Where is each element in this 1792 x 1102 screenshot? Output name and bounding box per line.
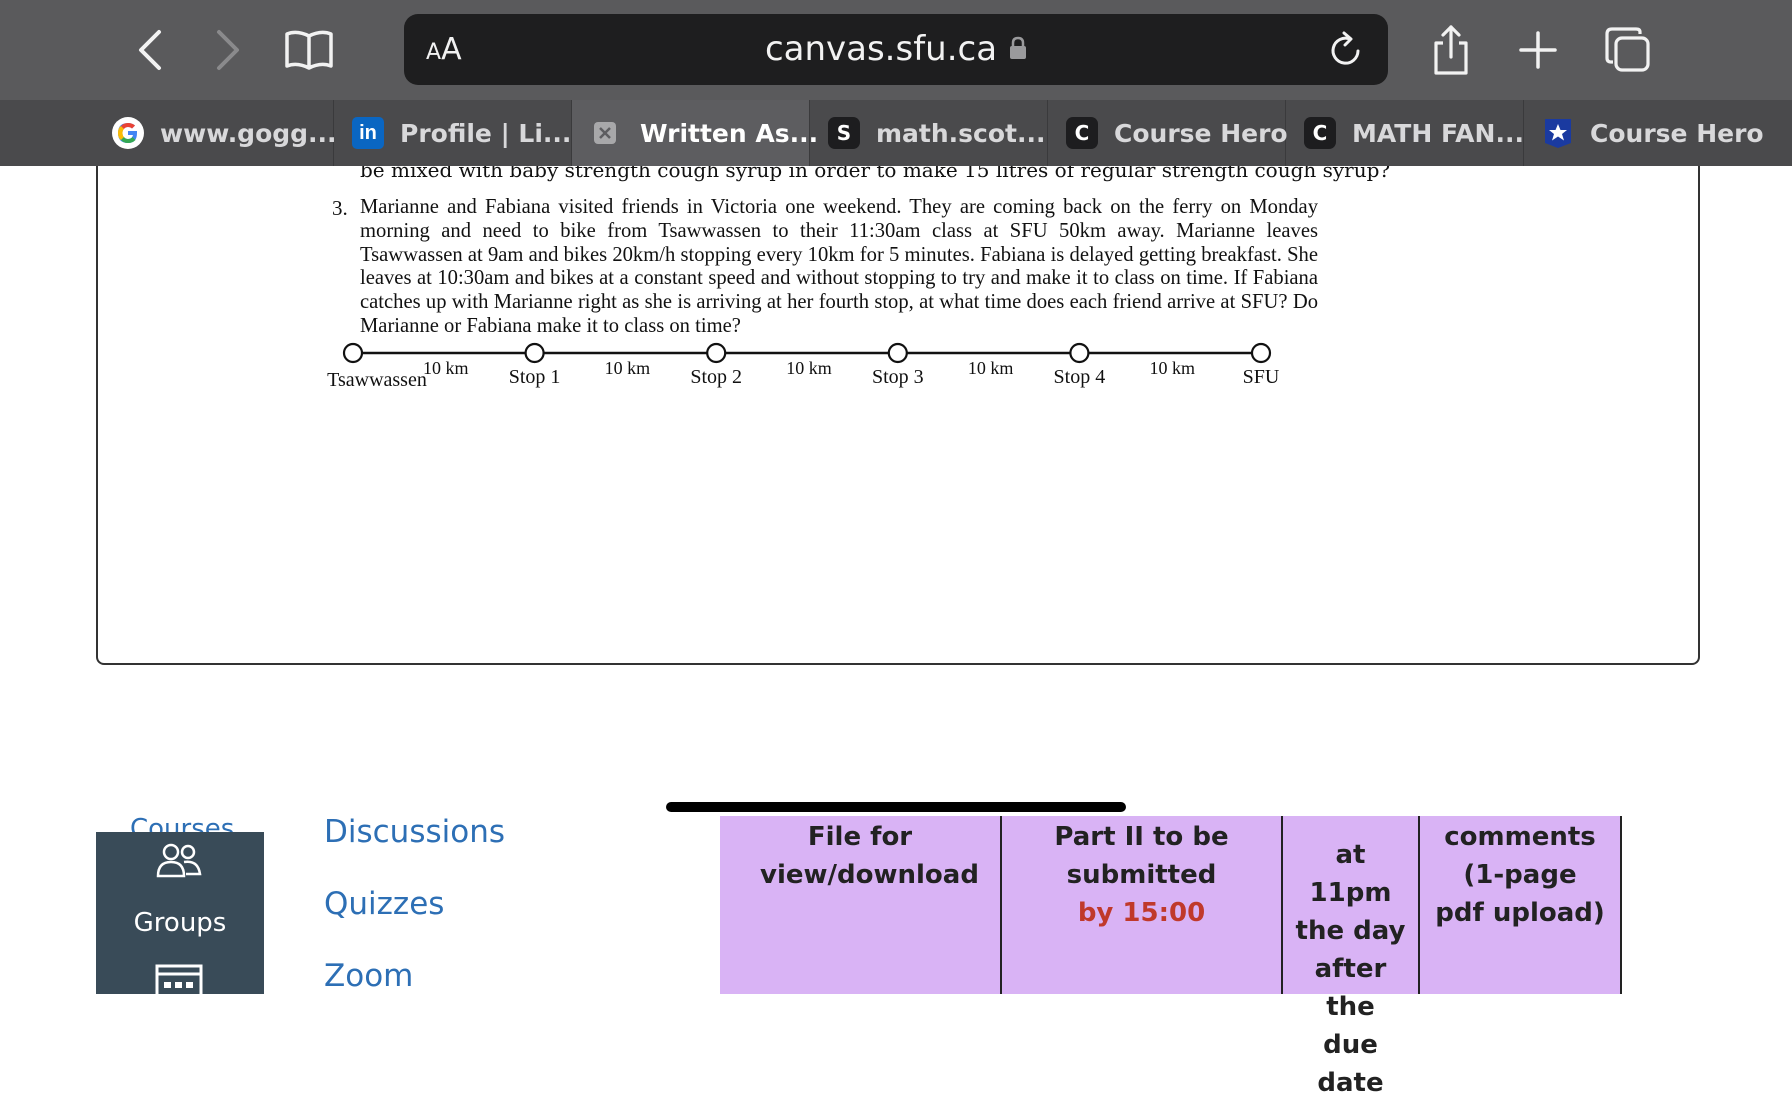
- google-icon: [112, 117, 144, 149]
- close-tab-icon[interactable]: [594, 122, 616, 144]
- address-bar[interactable]: AA canvas.sfu.ca: [404, 14, 1388, 85]
- c-favicon-icon: C: [1304, 117, 1336, 149]
- tab-math-scot[interactable]: S math.scot...: [810, 100, 1048, 166]
- s-favicon-icon: S: [828, 117, 860, 149]
- tab-label: Written As...: [640, 118, 819, 148]
- reload-icon[interactable]: [1324, 28, 1368, 72]
- home-indicator[interactable]: [666, 802, 1126, 812]
- route-stop-marker: [887, 342, 908, 364]
- calendar-icon[interactable]: [154, 960, 204, 1000]
- tab-label: Course Hero: [1590, 118, 1764, 148]
- tab-linkedin[interactable]: in Profile | Li...: [334, 100, 572, 166]
- assignment-table: File for view/download Part II to be sub…: [720, 816, 1622, 1098]
- groups-nav-label[interactable]: Groups: [96, 908, 264, 938]
- tab-label: MATH FAN...: [1352, 118, 1524, 148]
- question-number: 3.: [332, 196, 348, 220]
- discussions-link[interactable]: Discussions: [324, 814, 505, 850]
- route-stop-label: Stop 3: [872, 366, 924, 388]
- submission-text: Part II to be submitted: [1054, 822, 1229, 890]
- route-stop-marker: [706, 342, 727, 364]
- share-icon[interactable]: [1428, 22, 1474, 78]
- comments-text: comments (1-page pdf upload): [1435, 822, 1605, 928]
- route-stop-label: Stop 4: [1054, 366, 1106, 388]
- route-stop-marker: [1250, 342, 1272, 364]
- file-download-text: File for view/download: [760, 822, 979, 890]
- star-badge-icon: [1542, 117, 1574, 149]
- tab-bar: www.gogg... in Profile | Li... Written A…: [0, 100, 1792, 166]
- route-segment-label: 10 km: [423, 358, 469, 378]
- route-stop-label: Tsawwassen: [327, 369, 427, 391]
- zoom-link[interactable]: Zoom: [324, 958, 413, 994]
- back-icon[interactable]: [128, 26, 172, 74]
- forward-icon[interactable]: [206, 26, 250, 74]
- route-stop-label: Stop 1: [509, 366, 561, 388]
- submission-cell: Part II to be submitted by 15:00: [1002, 816, 1283, 994]
- late-deadline-text: at 11pm the day after the due date: [1295, 840, 1406, 1098]
- tab-written-assignment[interactable]: Written As...: [572, 100, 818, 166]
- route-segment-label: 10 km: [968, 358, 1014, 378]
- late-deadline-cell: at 11pm the day after the due date: [1283, 816, 1420, 1098]
- linkedin-icon: in: [352, 117, 384, 149]
- pdf-viewer[interactable]: be mixed with baby strength cough syrup …: [96, 166, 1700, 665]
- browser-toolbar: AA canvas.sfu.ca: [0, 0, 1792, 100]
- groups-icon[interactable]: [154, 840, 204, 880]
- route-segment-label: 10 km: [1149, 358, 1195, 378]
- deadline-time: by 15:00: [1077, 898, 1206, 928]
- quizzes-link[interactable]: Quizzes: [324, 886, 444, 922]
- tab-course-hero-1[interactable]: C Course Hero: [1048, 100, 1288, 166]
- tab-label: Course Hero: [1114, 118, 1288, 148]
- tab-label: Profile | Li...: [400, 118, 572, 148]
- c-favicon-icon: C: [1066, 117, 1098, 149]
- new-tab-icon[interactable]: [1516, 28, 1560, 72]
- url-text: canvas.sfu.ca: [764, 29, 998, 69]
- route-stop-marker: [524, 342, 545, 364]
- question-text: Marianne and Fabiana visited friends in …: [360, 196, 1318, 337]
- file-download-cell[interactable]: File for view/download: [720, 816, 1002, 994]
- comments-cell: comments (1-page pdf upload): [1420, 816, 1622, 994]
- bookmarks-icon[interactable]: [282, 28, 336, 72]
- lock-icon: [1010, 36, 1027, 59]
- previous-question-line: be mixed with baby strength cough syrup …: [360, 166, 1391, 182]
- tab-google[interactable]: www.gogg...: [0, 100, 337, 166]
- route-stop-label: Stop 2: [690, 366, 742, 388]
- tab-course-hero-2[interactable]: Course Hero: [1524, 100, 1792, 166]
- route-segment-label: 10 km: [786, 358, 832, 378]
- tab-label: www.gogg...: [160, 118, 337, 148]
- tabs-overview-icon[interactable]: [1604, 26, 1652, 74]
- route-stop-label: SFU: [1243, 366, 1280, 388]
- tab-label: math.scot...: [876, 118, 1046, 148]
- tab-math-fan[interactable]: C MATH FAN...: [1286, 100, 1524, 166]
- route-diagram: Tsawwassen10 km Stop 1 10 km Stop 2 10 km Sto…: [327, 342, 1280, 391]
- route-stop-marker: [1069, 342, 1090, 364]
- url-display[interactable]: canvas.sfu.ca: [404, 14, 1388, 85]
- route-segment-label: 10 km: [605, 358, 651, 378]
- route-stop-marker: [342, 342, 364, 364]
